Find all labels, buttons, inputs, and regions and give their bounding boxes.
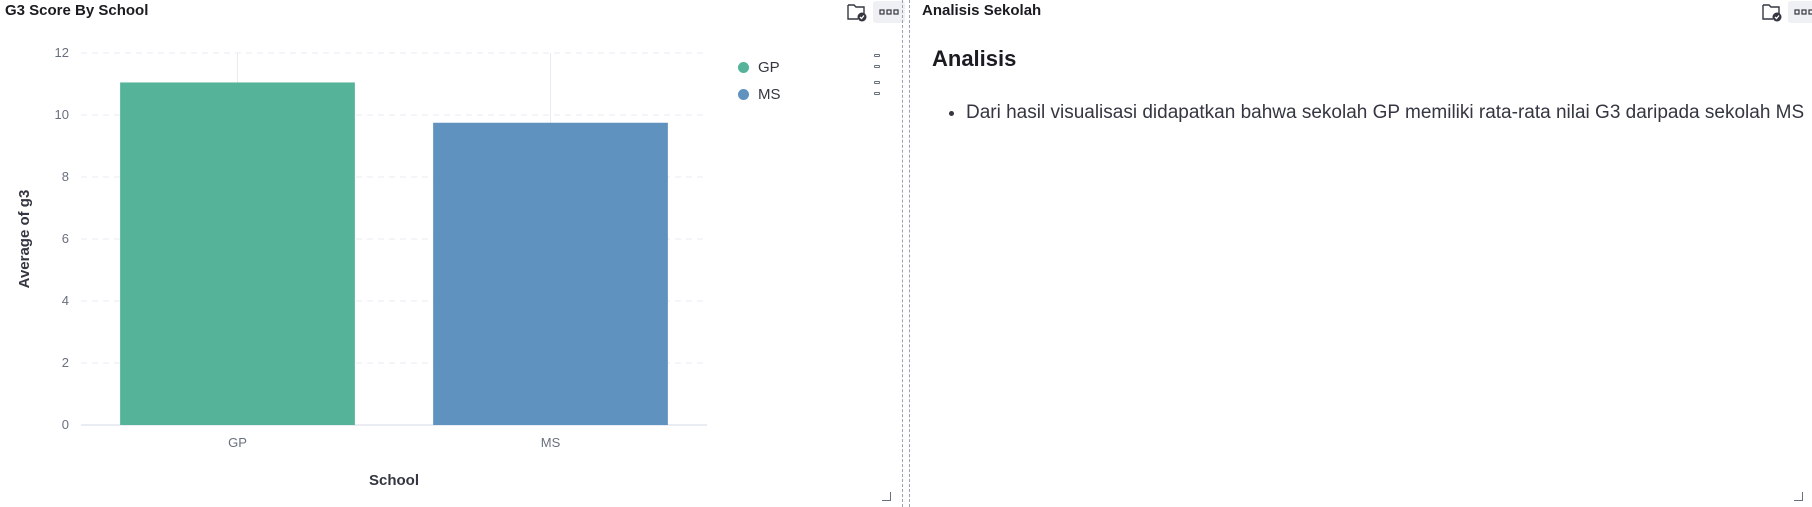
legend-item-ms[interactable]: MS (738, 81, 781, 108)
chart-panel: G3 Score By School 0 2 4 6 8 10 12 GP MS School Av… (0, 0, 905, 507)
bar-ms (433, 122, 668, 425)
markdown-heading: Analisis (932, 46, 1017, 71)
list-item: Dari hasil visualisasi didapatkan bahwa … (966, 98, 1812, 128)
options-icon[interactable] (1788, 1, 1812, 23)
y-tick-label: 12 (55, 45, 69, 60)
legend-label-gp: GP (758, 59, 780, 76)
x-tick-label: MS (541, 435, 561, 450)
legend-item-gp[interactable]: GP (738, 54, 781, 81)
legend-dot-gp (738, 62, 749, 73)
bar-gp (120, 82, 355, 425)
x-tick-label: GP (228, 435, 247, 450)
y-tick-label: 10 (55, 107, 69, 122)
y-tick-label: 4 (62, 293, 69, 308)
y-tick-label: 2 (62, 355, 69, 370)
markdown-list: Dari hasil visualisasi didapatkan bahwa … (932, 98, 1812, 128)
legend-menus (874, 54, 880, 108)
legend-dot-ms (738, 89, 749, 100)
y-tick-label: 6 (62, 231, 69, 246)
resize-handle-icon[interactable] (882, 492, 891, 501)
chart-legend: GP MS (738, 54, 781, 108)
panel-title: Analisis Sekolah (922, 2, 1042, 19)
y-axis-label: Average of g3 (16, 190, 33, 289)
panel-divider[interactable] (902, 0, 910, 507)
resize-handle-icon[interactable] (1794, 492, 1803, 501)
y-tick-label: 8 (62, 169, 69, 184)
markdown-panel: Analisis Sekolah Analisis Dari hasil vis… (910, 0, 1812, 507)
legend-options-icon[interactable] (874, 81, 880, 95)
y-tick-label: 0 (62, 417, 69, 432)
legend-label-ms: MS (758, 86, 781, 103)
legend-options-icon[interactable] (874, 54, 880, 68)
panel-actions (1758, 0, 1812, 24)
folder-check-icon[interactable] (1758, 0, 1786, 24)
x-axis-label: School (369, 472, 419, 489)
